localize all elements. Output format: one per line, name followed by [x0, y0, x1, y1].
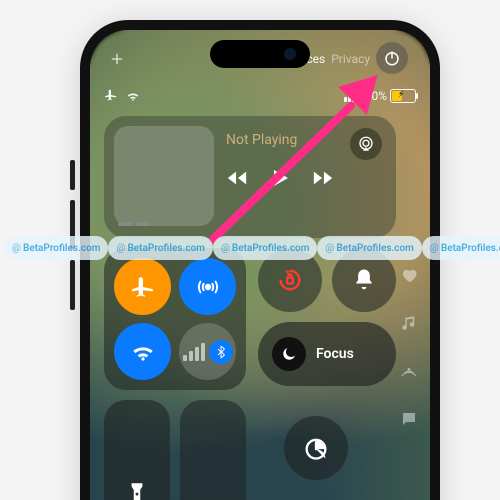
rotation-lock-toggle[interactable] [258, 248, 322, 312]
battery-icon: ⚡︎ [390, 89, 416, 103]
broadcast-icon [400, 362, 418, 380]
airplane-mode-toggle[interactable] [114, 258, 171, 315]
phone-frame: System Services Privacy 40% ⚡︎ [80, 20, 440, 500]
timer-icon [302, 434, 330, 462]
brightness-slider[interactable] [180, 400, 246, 500]
add-control-button[interactable] [106, 48, 128, 70]
rewind-button[interactable] [226, 167, 248, 193]
focus-label: Focus [316, 346, 354, 362]
volume-up-button [70, 160, 75, 190]
bell-icon [350, 266, 378, 294]
controls-grid: Not Playing [104, 116, 416, 500]
location-privacy-label: Privacy [331, 52, 370, 66]
favorites-page-indicator[interactable] [400, 266, 418, 288]
silent-mode-toggle[interactable] [332, 248, 396, 312]
cellular-bars-icon [344, 91, 359, 102]
now-playing-label: Not Playing [226, 132, 297, 148]
scrubber-placeholder [118, 222, 150, 226]
connectivity-tile[interactable] [104, 248, 246, 390]
dynamic-island [210, 40, 310, 68]
heart-icon [400, 266, 418, 284]
airplane-icon [104, 88, 118, 105]
rewind-icon [226, 167, 248, 189]
play-icon [268, 166, 292, 190]
home-page-indicator[interactable] [400, 410, 418, 432]
volume-down-button [70, 200, 75, 250]
wifi-icon [130, 339, 156, 365]
airplay-button[interactable] [350, 128, 382, 160]
cellular-bluetooth-toggle[interactable] [179, 323, 236, 380]
airdrop-icon [195, 274, 221, 300]
power-icon [383, 49, 401, 67]
cellular-bars-icon [183, 343, 205, 361]
music-note-icon [400, 314, 418, 332]
forward-icon [312, 167, 334, 189]
bluetooth-icon [209, 340, 233, 364]
connectivity-page-indicator[interactable] [400, 362, 418, 384]
media-controls [226, 166, 334, 194]
moon-icon [272, 337, 306, 371]
action-button [70, 260, 75, 310]
plus-icon [109, 51, 125, 67]
focus-tile[interactable]: Focus [258, 322, 396, 386]
rotation-lock-icon [276, 266, 304, 294]
battery-percent-label: 40% [365, 89, 387, 103]
album-art-placeholder [114, 126, 214, 226]
airplane-icon [130, 274, 156, 300]
forward-button[interactable] [312, 167, 334, 193]
play-button[interactable] [268, 166, 292, 194]
status-bar: 40% ⚡︎ [104, 86, 416, 106]
power-button[interactable] [376, 42, 408, 74]
music-page-indicator[interactable] [400, 314, 418, 336]
airdrop-toggle[interactable] [179, 258, 236, 315]
control-center-screen: System Services Privacy 40% ⚡︎ [90, 30, 430, 500]
now-playing-tile[interactable]: Not Playing [104, 116, 396, 238]
flashlight-tile[interactable] [104, 400, 170, 500]
chat-icon [400, 410, 418, 428]
flashlight-icon [124, 480, 150, 500]
airplay-icon [357, 135, 375, 153]
timer-button[interactable] [284, 416, 348, 480]
wifi-toggle[interactable] [114, 323, 171, 380]
wifi-icon [126, 89, 140, 103]
